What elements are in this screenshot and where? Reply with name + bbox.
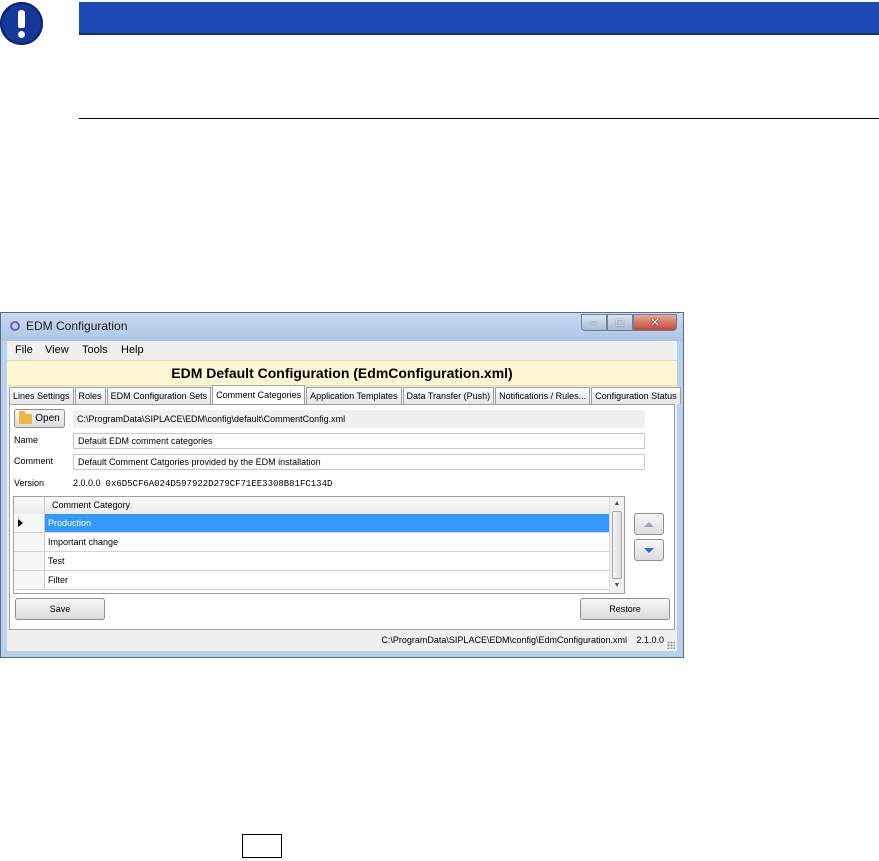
close-button[interactable]: ✕ [633, 314, 677, 331]
grid-header: Comment Category [14, 497, 610, 515]
tab-roles[interactable]: Roles [74, 387, 106, 404]
empty-box [242, 834, 282, 858]
menu-help[interactable]: Help [121, 344, 144, 356]
scroll-thumb[interactable] [612, 511, 622, 579]
row-cell[interactable]: Production [48, 514, 91, 532]
tab-edm-configuration-sets[interactable]: EDM Configuration Sets [106, 387, 212, 404]
notice-divider [79, 118, 879, 119]
grid-scrollbar[interactable]: ▲ ▼ [609, 497, 624, 593]
scroll-down-icon[interactable]: ▼ [610, 579, 624, 593]
menu-tools[interactable]: Tools [82, 344, 108, 356]
client-area: File View Tools Help EDM Default Configu… [7, 341, 681, 651]
tab-configuration-status[interactable]: Configuration Status [591, 387, 681, 404]
current-row-arrow-icon [18, 519, 23, 527]
app-icon [10, 321, 20, 331]
tab-data-transfer-push[interactable]: Data Transfer (Push) [402, 387, 495, 404]
table-row[interactable]: Important change [14, 533, 610, 552]
config-banner: EDM Default Configuration (EdmConfigurat… [7, 360, 677, 386]
table-row[interactable]: Test [14, 552, 610, 571]
row-cell[interactable]: Important change [48, 533, 118, 551]
tab-lines-settings[interactable]: Lines Settings [9, 387, 74, 404]
edm-configuration-window: EDM Configuration – □ ✕ File View Tools … [0, 312, 684, 658]
version-hash: 0x6D5CF6A024D597922D279CF71EE3308B81FC13… [105, 479, 333, 489]
name-field[interactable]: Default EDM comment categories [73, 433, 645, 449]
row-cell[interactable]: Filter [48, 571, 68, 589]
tab-comment-categories[interactable]: Comment Categories [212, 385, 306, 404]
version-value: 2.0.0.0 0x6D5CF6A024D597922D279CF71EE330… [73, 478, 332, 489]
status-version: 2.1.0.0 [636, 635, 664, 645]
move-down-button[interactable] [634, 539, 664, 561]
save-button[interactable]: Save [15, 598, 105, 620]
column-header-comment-category[interactable]: Comment Category [52, 497, 130, 514]
table-row[interactable]: Production [14, 514, 610, 533]
comment-label: Comment [14, 456, 54, 466]
open-button-label: Open [35, 413, 60, 424]
menu-view[interactable]: View [45, 344, 69, 356]
tab-strip: Lines Settings Roles EDM Configuration S… [9, 385, 682, 405]
arrow-down-icon [644, 547, 654, 553]
tab-application-templates[interactable]: Application Templates [306, 387, 402, 404]
scroll-up-icon[interactable]: ▲ [610, 497, 624, 511]
menu-bar: File View Tools Help [7, 341, 677, 360]
title-bar[interactable]: EDM Configuration – □ ✕ [1, 313, 683, 341]
notice-header-bar [79, 2, 879, 35]
comment-field[interactable]: Default Comment Catgories provided by th… [73, 454, 645, 470]
arrow-up-icon [644, 521, 654, 527]
comment-category-grid: Comment Category Production Important ch… [13, 496, 625, 594]
move-up-button[interactable] [634, 513, 664, 535]
status-bar: C:\ProgramData\SIPLACE\EDM\config\EdmCon… [7, 630, 677, 651]
window-title: EDM Configuration [26, 319, 128, 333]
table-row[interactable]: Filter [14, 571, 610, 590]
config-path-field: C:\ProgramData\SIPLACE\EDM\config\defaul… [73, 410, 645, 428]
tab-notifications-rules[interactable]: Notifications / Rules... [495, 387, 591, 404]
comment-categories-panel: Open C:\ProgramData\SIPLACE\EDM\config\d… [9, 404, 675, 630]
open-button[interactable]: Open [14, 409, 65, 428]
version-number: 2.0.0.0 [73, 478, 101, 488]
minimize-button[interactable]: – [581, 314, 607, 331]
version-label: Version [14, 478, 45, 488]
warning-exclamation-icon [0, 2, 43, 45]
maximize-button[interactable]: □ [607, 314, 633, 331]
status-config-path: C:\ProgramData\SIPLACE\EDM\config\EdmCon… [381, 635, 627, 645]
name-label: Name [14, 435, 39, 445]
folder-open-icon [19, 410, 33, 424]
resize-grip-icon[interactable] [667, 641, 675, 649]
row-cell[interactable]: Test [48, 552, 65, 570]
restore-button[interactable]: Restore [580, 598, 670, 620]
menu-file[interactable]: File [15, 344, 33, 356]
